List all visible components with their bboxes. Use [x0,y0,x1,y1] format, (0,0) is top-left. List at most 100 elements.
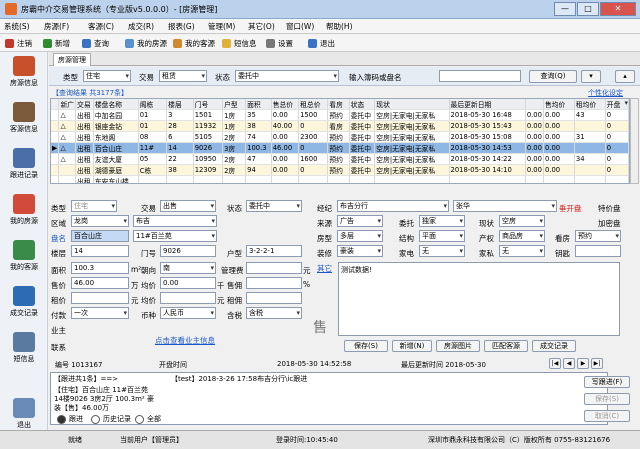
detail-source[interactable]: 广告 [337,215,383,227]
col-header[interactable]: 阁栋 [138,99,168,110]
type-select[interactable]: 住宅 [83,70,131,82]
trade-select[interactable]: 租赁 [159,70,207,82]
col-header[interactable]: 售均价 [543,99,575,110]
col-header[interactable] [51,99,60,110]
detail-pay[interactable]: 一次 [71,307,129,319]
col-header[interactable]: 交易 [75,99,94,110]
save-button[interactable]: 保存(S) [344,340,388,352]
detail-orientation[interactable]: 南 [160,262,216,274]
col-header[interactable]: 面积 [245,99,272,110]
menu-system[interactable]: 系统(S) [4,21,30,32]
nav-deals[interactable]: 成交记录 [2,286,46,324]
nav-client-info[interactable]: 客源信息 [2,102,46,140]
menu-report[interactable]: 报表(G) [168,21,195,32]
radio-follow[interactable] [57,415,66,424]
new-button[interactable]: 新增(N) [392,340,432,352]
detail-agent[interactable]: 张华 [453,200,557,212]
table-row[interactable]: ▶ △ 出租 百合山庄 11# 14 9026 3房 100.3 46.00 0 预约 委托中 空房|无家… [51,142,629,154]
col-header[interactable]: 状态 [349,99,376,110]
remark-box[interactable]: 测试数据! [338,262,620,336]
menu-house[interactable]: 房源(F) [44,21,69,32]
detail-decor[interactable]: 豪装 [337,245,383,257]
table-row[interactable]: △ 出租 银座金钻 01 28 11932 1房 38 40.00 0 看房 委托中 空房|无家电|无家… [51,120,629,132]
menu-client[interactable]: 客源(C) [88,21,114,32]
detail-rent[interactable] [71,292,129,304]
follow-save-button[interactable]: 保存(S) [584,393,630,405]
query-dropdown[interactable]: ▾ [581,70,601,83]
house-photos-button[interactable]: 房源图片 [436,340,480,352]
menu-help[interactable]: 帮助(H) [326,21,353,32]
nav-my-clients[interactable]: 我的客源 [2,240,46,278]
col-header[interactable]: 售总价 [271,99,300,110]
new-button[interactable]: 新增 [43,37,70,50]
col-header[interactable]: 现状 [374,99,450,110]
next-record-button[interactable]: ▶ [577,358,589,369]
match-clients-button[interactable]: 匹配客源 [484,340,528,352]
logout-button[interactable]: 注销 [5,37,32,50]
radio-history[interactable] [91,415,100,424]
prev-record-button[interactable]: ◀ [563,358,575,369]
col-header[interactable]: 看房 [327,99,350,110]
tab-house-manage[interactable]: 房源管理 [53,53,91,66]
detail-area[interactable]: 布吉 [133,215,217,227]
detail-structure[interactable]: 平面 [419,230,465,242]
grid-scrollbar[interactable] [630,98,639,184]
menu-other[interactable]: 其它(O) [248,21,275,32]
detail-house-type[interactable]: 多层 [337,230,383,242]
my-houses-button[interactable]: 我的房源 [125,37,167,50]
write-follow-button[interactable]: 写跟进(F) [584,376,630,388]
col-header[interactable]: 新广 [58,99,77,110]
col-header[interactable]: 楼盘名称 [93,99,139,110]
detail-tax[interactable]: 含税 [246,307,302,319]
col-header[interactable]: 楼层 [166,99,194,110]
detail-current[interactable]: 空房 [499,215,545,227]
detail-door[interactable]: 9026 [160,245,216,257]
col-header[interactable]: 最后更新日期 [449,99,526,110]
detail-sqm[interactable]: 100.3 [71,262,129,274]
table-row[interactable]: △ 出租 中加名园 01 3 1501 1房 35 0.00 1500 预约 委托中 空房|无家电|无家… [51,109,629,121]
menu-window[interactable]: 窗口(W) [286,21,314,32]
detail-entrust[interactable]: 独家 [419,215,465,227]
menu-deal[interactable]: 成交(R) [128,21,154,32]
col-header[interactable]: 户型 [222,99,247,110]
detail-status[interactable]: 委托中 [246,200,302,212]
detail-building[interactable]: 11#百兰苑 [133,230,217,242]
maximize-button[interactable]: □ [577,2,599,16]
nav-follow[interactable]: 跟进记录 [2,148,46,186]
detail-rent-comm[interactable] [246,292,302,304]
detail-price[interactable]: 46.00 [71,277,129,289]
detail-currency[interactable]: 人民币 [160,307,216,319]
detail-rate[interactable] [246,277,302,289]
detail-layout[interactable]: 3-2-2-1 [246,245,302,257]
detail-rent-unit[interactable] [160,292,216,304]
detail-mgmt[interactable] [246,262,302,274]
table-row[interactable]: △ 出租 东地阁 08 6 5105 2房 74 0.00 2300 预约 委托中 空房|无家电|无家私… [51,131,629,143]
settings-button[interactable]: 设置 [266,37,293,50]
collapse-button[interactable]: ▴ [615,70,635,83]
detail-title[interactable]: 商品房 [499,230,545,242]
detail-viewing[interactable]: 预约 [575,230,621,242]
deal-records-button[interactable]: 成交记录 [532,340,576,352]
last-record-button[interactable]: ▶| [591,358,603,369]
close-button[interactable]: ✕ [600,2,636,16]
col-header[interactable]: 租总价 [298,99,329,110]
remark-link[interactable]: 其它 [317,263,332,274]
table-row[interactable]: 出租 湖德豪庭 C栋 38 12309 2房 94 0.00 0 预约 委托中 空房|无家电|无家私 2… [51,164,629,176]
detail-unit-price[interactable]: 0.00 [160,277,216,289]
detail-type[interactable]: 住宅 [71,200,117,212]
detail-key[interactable] [575,245,621,257]
detail-furniture[interactable]: 无 [499,245,545,257]
query-button[interactable]: 查询 [82,37,109,50]
detail-floor[interactable]: 14 [71,245,129,257]
nav-house-info[interactable]: 房源信息 [2,56,46,94]
detail-region[interactable]: 龙岗 [71,215,129,227]
menu-manage[interactable]: 管理(M) [208,21,235,32]
detail-appliance[interactable]: 无 [419,245,465,257]
my-clients-button[interactable]: 我的客源 [173,37,215,50]
sms-button[interactable]: 短信息 [222,37,257,50]
radio-all[interactable] [135,415,144,424]
status-select[interactable]: 委托中 [235,70,339,82]
table-row[interactable]: △ 出租 友谊大厦 05 22 10950 2房 47 0.00 1600 预约 委托中 空房|无家电|… [51,153,629,165]
detail-trade[interactable]: 出售 [160,200,216,212]
custom-link[interactable]: 个性化设定 [588,88,623,98]
